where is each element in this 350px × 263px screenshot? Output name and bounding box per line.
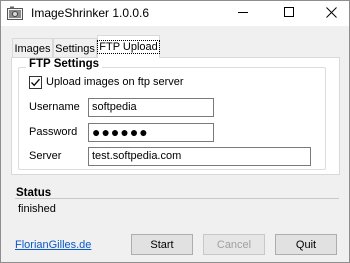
maximize-icon [284,7,294,20]
server-label: Server [29,150,62,162]
username-field[interactable]: softpedia [88,98,214,117]
close-button[interactable] [315,1,347,26]
start-button[interactable]: Start [131,234,193,255]
tab-images[interactable]: Images [12,38,53,58]
quit-button[interactable]: Quit [275,234,337,255]
title-bar[interactable]: ImageShrinker 1.0.0.6 [1,1,349,26]
tab-settings[interactable]: Settings [53,38,97,58]
minimize-icon [238,7,248,20]
window-title: ImageShrinker 1.0.0.6 [31,6,150,20]
status-text: finished [18,203,56,215]
tab-ftp-upload-label: FTP Upload [97,40,160,54]
ftp-settings-title: FTP Settings [26,58,103,70]
app-icon [7,6,23,20]
password-field[interactable]: ●●●●●● [88,123,214,142]
upload-checkbox[interactable] [29,76,42,89]
tab-images-label: Images [14,42,51,55]
upload-checkbox-label[interactable]: Upload images on ftp server [46,76,184,88]
server-field[interactable]: test.softpedia.com [88,147,311,166]
status-divider [15,198,339,199]
tab-ftp-upload[interactable]: FTP Upload [97,35,160,58]
password-label: Password [29,126,78,138]
cancel-button[interactable]: Cancel [203,234,265,255]
minimize-button[interactable] [227,1,259,26]
close-icon [325,6,337,21]
app-window: ImageShrinker 1.0.0.6 Images Settings FT… [0,0,350,263]
maximize-button[interactable] [273,1,305,26]
username-label: Username [29,101,80,113]
tab-settings-label: Settings [55,42,95,55]
website-link[interactable]: FlorianGilles.de [15,239,91,251]
check-icon [30,77,41,88]
